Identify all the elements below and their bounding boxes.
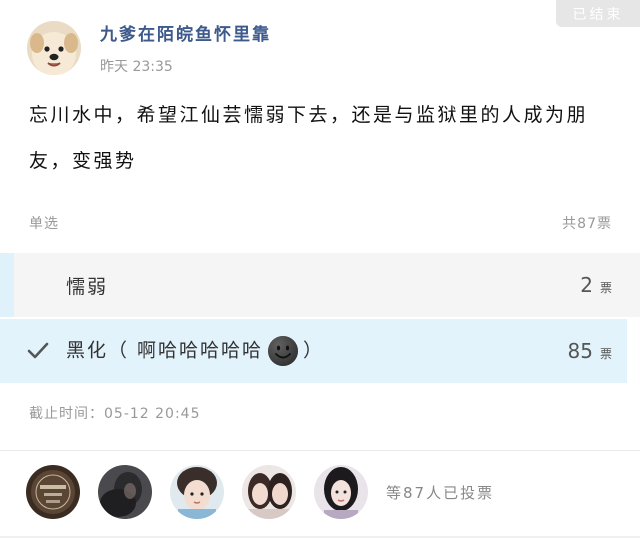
voter-avatar[interactable] xyxy=(170,465,224,519)
option-progress-fill xyxy=(0,253,14,317)
poll-ended-tag: 已结束 xyxy=(556,0,640,27)
voter-avatar-image xyxy=(314,465,368,519)
option-count-unit: 票 xyxy=(599,347,612,361)
vote-deadline: 截止时间：05-12 20:45 xyxy=(29,406,201,422)
voter-avatar[interactable] xyxy=(98,465,152,519)
voter-avatar-image xyxy=(170,465,224,519)
vote-option-1[interactable]: 懦弱 2 票 xyxy=(0,253,640,317)
voter-avatar[interactable] xyxy=(242,465,296,519)
voter-avatar-image xyxy=(242,465,296,519)
voter-avatar-image xyxy=(98,465,152,519)
voters-summary[interactable]: 等87人已投票 xyxy=(386,482,494,503)
author-name[interactable]: 九爹在陌皖鱼怀里靠 xyxy=(100,20,271,45)
check-icon xyxy=(27,342,49,359)
voter-avatar-list[interactable] xyxy=(26,465,368,519)
option-label-text-end: ） xyxy=(303,339,325,362)
option-count: 85 票 xyxy=(568,339,612,363)
post-time: 昨天 23:35 xyxy=(100,59,173,75)
option-label-text: 黑化（ 啊哈哈哈哈哈 xyxy=(66,339,264,362)
option-count-number: 2 xyxy=(580,273,593,297)
post-content: 忘川水中，希望江仙芸懦弱下去，还是与监狱里的人成为朋友，变强势 xyxy=(29,104,589,172)
divider xyxy=(0,450,640,451)
voter-avatar-image xyxy=(26,465,80,519)
smiling-dark-face-icon xyxy=(268,336,299,366)
option-label: 黑化（ 啊哈哈哈哈哈 ） xyxy=(66,335,324,367)
dog-avatar-icon xyxy=(27,21,81,75)
author-avatar[interactable] xyxy=(27,21,81,75)
option-count-unit: 票 xyxy=(599,281,612,295)
voter-avatar[interactable] xyxy=(314,465,368,519)
option-label: 懦弱 xyxy=(66,275,109,298)
voter-avatar[interactable] xyxy=(26,465,80,519)
option-count: 2 票 xyxy=(580,273,612,297)
vote-total-count: 共87票 xyxy=(562,216,612,232)
vote-option-2[interactable]: 黑化（ 啊哈哈哈哈哈 ） 85 票 xyxy=(0,319,627,383)
vote-type-label: 单选 xyxy=(29,216,59,232)
option-count-number: 85 xyxy=(567,339,593,363)
